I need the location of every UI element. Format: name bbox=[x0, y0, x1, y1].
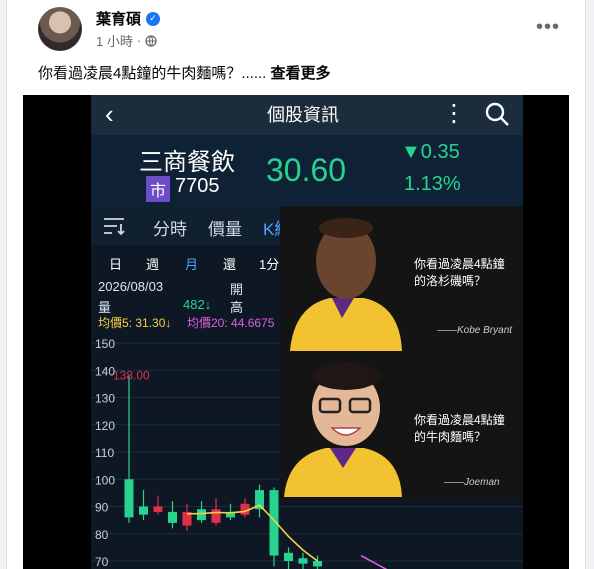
period-week: 週 bbox=[146, 257, 160, 272]
period-day: 日 bbox=[109, 257, 123, 272]
y-tick-label: 70 bbox=[95, 555, 109, 569]
globe-icon bbox=[145, 34, 157, 47]
stock-app-screenshot: ‹ 個股資訊 ⋮ 三商餐飲 市 7705 30.60 ▼0.35 1.13% 分… bbox=[91, 95, 523, 569]
candle-body bbox=[298, 558, 308, 564]
tab-price-volume: 價量 bbox=[208, 220, 242, 239]
meme-signature-2: ——Joeman bbox=[444, 477, 500, 488]
see-more-link[interactable]: 查看更多 bbox=[271, 65, 331, 82]
candle-body bbox=[153, 506, 163, 512]
stock-code: 7705 bbox=[175, 175, 220, 197]
volume-value: 482↓ bbox=[183, 297, 212, 312]
meme-caption-1: 你看過凌晨4點鐘 的洛杉磯嗎？ bbox=[414, 257, 505, 288]
y-tick-label: 120 bbox=[95, 419, 115, 433]
candle-body bbox=[284, 552, 293, 561]
ma5-label: 均價5: 31.30↓ bbox=[98, 316, 172, 330]
post-text: 你看過凌晨4點鐘的牛肉麵嗎？...... 查看更多 bbox=[38, 65, 331, 82]
candle-body bbox=[168, 511, 177, 523]
sort-icon bbox=[104, 218, 125, 236]
ma20-line bbox=[360, 554, 388, 569]
search-icon bbox=[485, 102, 509, 126]
candle-body bbox=[313, 561, 322, 567]
meme-overlay: 你看過凌晨4點鐘 的洛杉磯嗎？ ——Kobe Bryant 你看過凌晨4點鐘 的… bbox=[280, 206, 523, 499]
back-icon: ‹ bbox=[105, 99, 114, 129]
y-tick-label: 100 bbox=[95, 473, 115, 487]
post-card: 葉育碩 ✓ 1 小時 · ••• 你看過凌晨4點鐘的牛肉麵嗎？...... 查看… bbox=[6, 0, 586, 569]
period-1min: 1分 bbox=[259, 257, 280, 272]
meme-caption-2: 你看過凌晨4點鐘 的牛肉麵嗎？ bbox=[414, 413, 505, 444]
stock-price: 30.60 bbox=[266, 152, 347, 188]
meme-signature-1: ——Kobe Bryant bbox=[437, 325, 513, 336]
app-topbar: ‹ 個股資訊 ⋮ bbox=[91, 95, 523, 135]
meme-panel-top: 你看過凌晨4點鐘 的洛杉磯嗎？ ——Kobe Bryant bbox=[280, 206, 523, 352]
ma20-label: 均價20: 44.6675 bbox=[187, 316, 275, 330]
open-label: 開 bbox=[230, 282, 244, 297]
menu-dots-icon: ⋮ bbox=[442, 100, 466, 127]
period-month: 月 bbox=[185, 257, 199, 272]
y-tick-label: 110 bbox=[95, 446, 114, 460]
app-title: 個股資訊 bbox=[267, 105, 339, 125]
y-tick-label: 80 bbox=[95, 528, 109, 542]
high-marker-label: 138.00 bbox=[113, 369, 150, 383]
candle-body bbox=[211, 509, 221, 523]
kobe-photo bbox=[280, 206, 404, 351]
tab-intraday: 分時 bbox=[153, 220, 187, 239]
period-restore: 還 bbox=[223, 257, 237, 272]
y-tick-label: 150 bbox=[95, 337, 115, 351]
verified-badge-icon: ✓ bbox=[146, 11, 161, 26]
author-avatar[interactable] bbox=[38, 7, 82, 51]
kline-date: 2026/08/03 bbox=[98, 279, 164, 294]
y-tick-label: 90 bbox=[95, 501, 109, 515]
author-name[interactable]: 葉育碩 ✓ bbox=[96, 8, 161, 29]
y-tick-label: 130 bbox=[95, 392, 115, 406]
post-image[interactable]: ‹ 個股資訊 ⋮ 三商餐飲 市 7705 30.60 ▼0.35 1.13% 分… bbox=[23, 95, 569, 569]
post-time[interactable]: 1 小時 bbox=[96, 31, 133, 50]
meme-panel-bottom: 你看過凌晨4點鐘 的牛肉麵嗎？ ——Joeman bbox=[280, 352, 523, 498]
candle-body bbox=[139, 506, 148, 515]
more-options-icon[interactable]: ••• bbox=[536, 16, 560, 39]
ma5-line bbox=[186, 504, 318, 562]
price-change-pct: 1.13% bbox=[404, 173, 461, 195]
candle-body bbox=[124, 479, 134, 518]
stock-name: 三商餐飲 bbox=[139, 149, 235, 176]
quote-header: 三商餐飲 市 7705 30.60 ▼0.35 1.13% bbox=[91, 135, 523, 207]
market-badge: 市 bbox=[146, 176, 171, 202]
candle-body bbox=[197, 509, 206, 521]
price-change: ▼0.35 bbox=[401, 141, 460, 163]
joeman-photo bbox=[280, 352, 404, 497]
post-meta: 1 小時 · bbox=[96, 31, 157, 50]
